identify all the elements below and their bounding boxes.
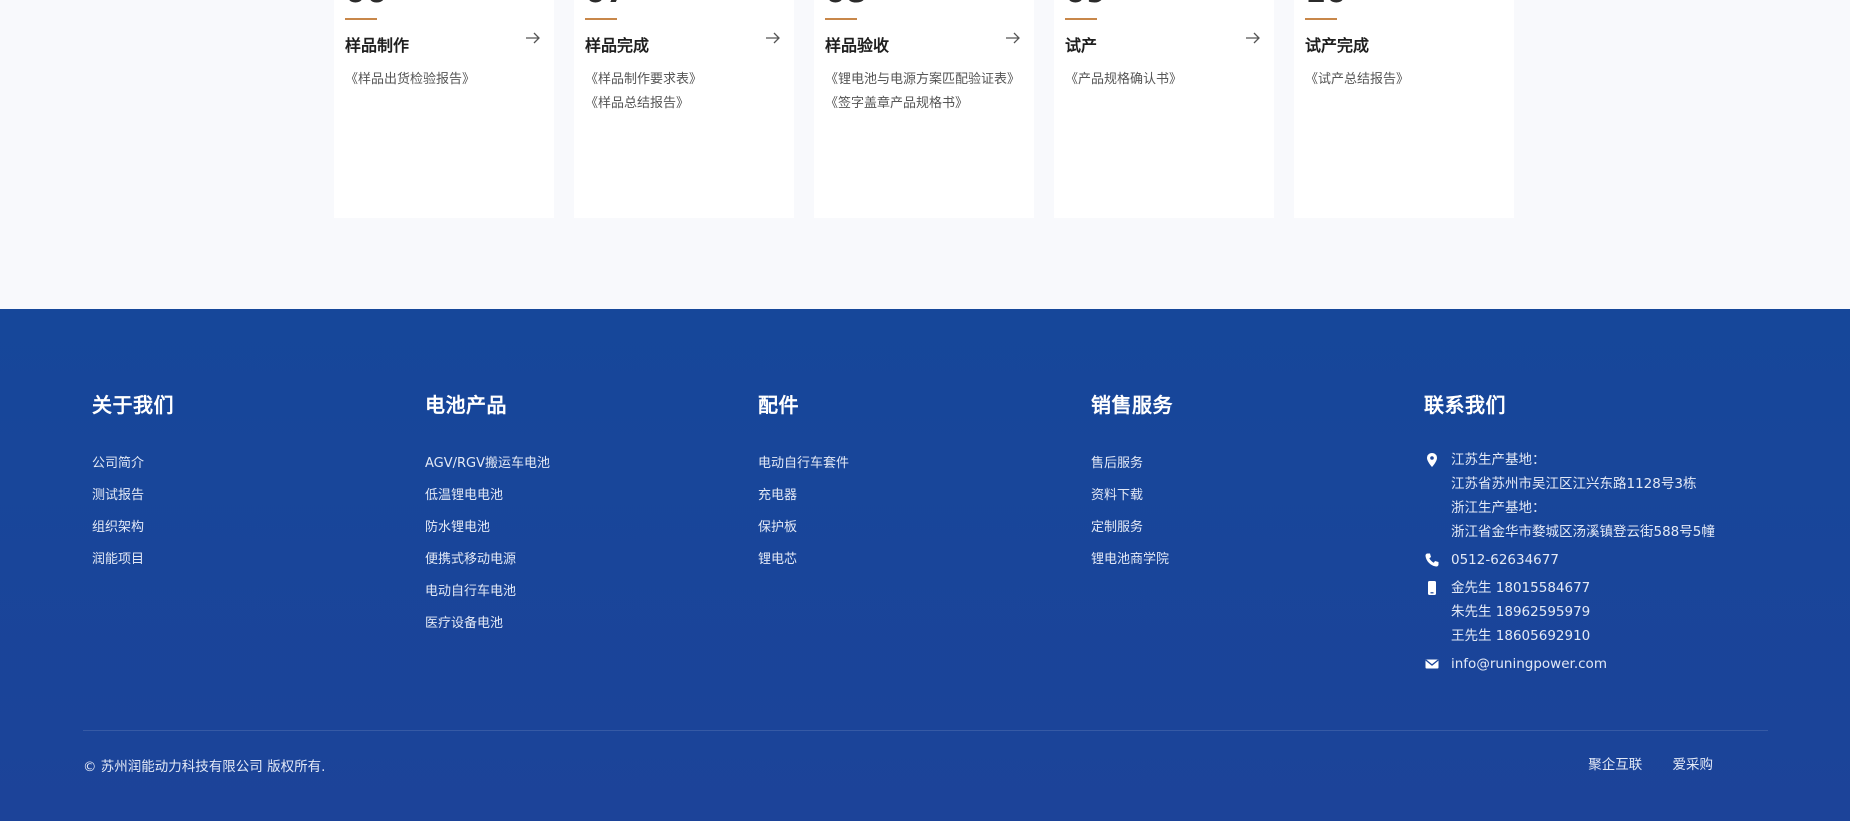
- step-title: 试产: [1065, 36, 1098, 55]
- footer-link[interactable]: 组织架构: [92, 512, 174, 544]
- partner-link[interactable]: 聚企互联: [1588, 757, 1642, 773]
- footer-heading: 配件: [758, 393, 799, 417]
- copyright: © 苏州润能动力科技有限公司 版权所有.: [83, 755, 325, 775]
- process-card[interactable]: 08 样品验收 《锂电池与电源方案匹配验证表》 《签字盖章产品规格书》: [814, 0, 1034, 218]
- contact-phone[interactable]: 0512-62634677: [1424, 548, 1715, 572]
- footer-link[interactable]: 锂电池商学院: [1091, 544, 1173, 576]
- email-address: info@runingpower.com: [1451, 656, 1607, 672]
- arrow-right-icon[interactable]: [764, 29, 782, 47]
- footer-link[interactable]: 医疗设备电池: [425, 608, 550, 640]
- footer-link[interactable]: 资料下载: [1091, 480, 1173, 512]
- mobile-contact[interactable]: 金先生 18015584677: [1451, 576, 1715, 600]
- step-title: 样品完成: [585, 36, 650, 55]
- footer-link[interactable]: 测试报告: [92, 480, 174, 512]
- footer-partner-links: 聚企互联 爱采购: [1562, 753, 1713, 773]
- process-section: 06 样品制作 《样品出货检验报告》 07 样品完成 《样品制作要求表》 《样品…: [0, 0, 1850, 309]
- copyright-text: 苏州润能动力科技有限公司 版权所有.: [100, 759, 326, 775]
- footer-link[interactable]: 保护板: [758, 512, 849, 544]
- footer-col-accessories: 配件 电动自行车套件 充电器 保护板 锂电芯: [758, 389, 849, 576]
- step-docs: 《样品出货检验报告》: [345, 68, 541, 92]
- process-card[interactable]: 10 试产完成 《试产总结报告》: [1294, 0, 1514, 218]
- address-line: 江苏生产基地：: [1451, 452, 1546, 468]
- footer-heading: 关于我们: [92, 393, 174, 417]
- step-number: 10: [1305, 0, 1347, 8]
- footer-link[interactable]: 电动自行车套件: [758, 448, 849, 480]
- footer-link[interactable]: 锂电芯: [758, 544, 849, 576]
- doc-item: 《样品制作要求表》: [585, 72, 703, 87]
- step-docs: 《产品规格确认书》: [1065, 68, 1261, 92]
- footer-col-about: 关于我们 公司简介 测试报告 组织架构 润能项目: [92, 389, 174, 576]
- footer-link[interactable]: 电动自行车电池: [425, 576, 550, 608]
- footer-link[interactable]: 充电器: [758, 480, 849, 512]
- arrow-right-icon[interactable]: [524, 29, 542, 47]
- step-docs: 《样品制作要求表》 《样品总结报告》: [585, 68, 781, 116]
- accent-bar: [1065, 18, 1097, 20]
- footer-link[interactable]: 公司简介: [92, 448, 174, 480]
- doc-item: 《样品出货检验报告》: [345, 72, 476, 87]
- accent-bar: [345, 18, 377, 20]
- step-docs: 《锂电池与电源方案匹配验证表》 《签字盖章产品规格书》: [825, 68, 1021, 116]
- site-footer: 关于我们 公司简介 测试报告 组织架构 润能项目 电池产品 AGV/RGV搬运车…: [0, 309, 1850, 821]
- doc-item: 《锂电池与电源方案匹配验证表》: [825, 72, 1021, 87]
- partner-link[interactable]: 爱采购: [1673, 757, 1714, 773]
- accent-bar: [1305, 18, 1337, 20]
- address-line: 浙江省金华市婺城区汤溪镇登云街588号5幢: [1451, 524, 1715, 540]
- arrow-right-icon[interactable]: [1004, 29, 1022, 47]
- process-card[interactable]: 06 样品制作 《样品出货检验报告》: [334, 0, 554, 218]
- accent-bar: [825, 18, 857, 20]
- contact-address: 江苏生产基地： 江苏省苏州市吴江区江兴东路1128号3栋 浙江生产基地： 浙江省…: [1424, 448, 1715, 544]
- footer-heading: 电池产品: [425, 393, 507, 417]
- phone-number: 0512-62634677: [1451, 552, 1559, 568]
- doc-item: 《试产总结报告》: [1305, 72, 1410, 87]
- copyright-icon: ©: [83, 759, 97, 775]
- footer-link[interactable]: 润能项目: [92, 544, 174, 576]
- step-number: 08: [825, 0, 867, 8]
- arrow-right-icon[interactable]: [1244, 29, 1262, 47]
- location-pin-icon: [1427, 453, 1437, 467]
- process-card[interactable]: 07 样品完成 《样品制作要求表》 《样品总结报告》: [574, 0, 794, 218]
- accent-bar: [585, 18, 617, 20]
- mail-icon: [1425, 659, 1439, 669]
- mobile-contact[interactable]: 朱先生 18962595979: [1451, 600, 1715, 624]
- contact-mobiles: 金先生 18015584677 朱先生 18962595979 王先生 1860…: [1424, 576, 1715, 648]
- contact-email[interactable]: info@runingpower.com: [1424, 652, 1715, 676]
- footer-divider: [83, 730, 1768, 731]
- step-title: 试产完成: [1305, 36, 1370, 55]
- step-title: 样品制作: [345, 36, 410, 55]
- footer-link[interactable]: 便携式移动电源: [425, 544, 550, 576]
- footer-link[interactable]: 售后服务: [1091, 448, 1173, 480]
- footer-col-products: 电池产品 AGV/RGV搬运车电池 低温锂电电池 防水锂电池 便携式移动电源 电…: [425, 389, 550, 640]
- footer-heading: 联系我们: [1424, 393, 1506, 417]
- step-docs: 《试产总结报告》: [1305, 68, 1501, 92]
- mobile-contact[interactable]: 王先生 18605692910: [1451, 624, 1715, 648]
- footer-link[interactable]: 定制服务: [1091, 512, 1173, 544]
- footer-link[interactable]: 防水锂电池: [425, 512, 550, 544]
- process-card[interactable]: 09 试产 《产品规格确认书》: [1054, 0, 1274, 218]
- step-title: 样品验收: [825, 36, 890, 55]
- doc-item: 《产品规格确认书》: [1065, 72, 1183, 87]
- phone-icon: [1425, 553, 1439, 567]
- doc-item: 《签字盖章产品规格书》: [825, 96, 969, 111]
- step-number: 07: [585, 0, 627, 8]
- step-number: 09: [1065, 0, 1107, 8]
- address-line: 浙江生产基地：: [1451, 500, 1546, 516]
- footer-heading: 销售服务: [1091, 393, 1173, 417]
- step-number: 06: [345, 0, 387, 8]
- footer-col-contact: 联系我们 江苏生产基地： 江苏省苏州市吴江区江兴东路1128号3栋 浙江生产基地…: [1424, 389, 1715, 680]
- doc-item: 《样品总结报告》: [585, 96, 690, 111]
- footer-col-service: 销售服务 售后服务 资料下载 定制服务 锂电池商学院: [1091, 389, 1173, 576]
- mobile-phone-icon: [1428, 581, 1436, 595]
- footer-link[interactable]: 低温锂电电池: [425, 480, 550, 512]
- address-line: 江苏省苏州市吴江区江兴东路1128号3栋: [1451, 476, 1697, 492]
- footer-link[interactable]: AGV/RGV搬运车电池: [425, 448, 550, 480]
